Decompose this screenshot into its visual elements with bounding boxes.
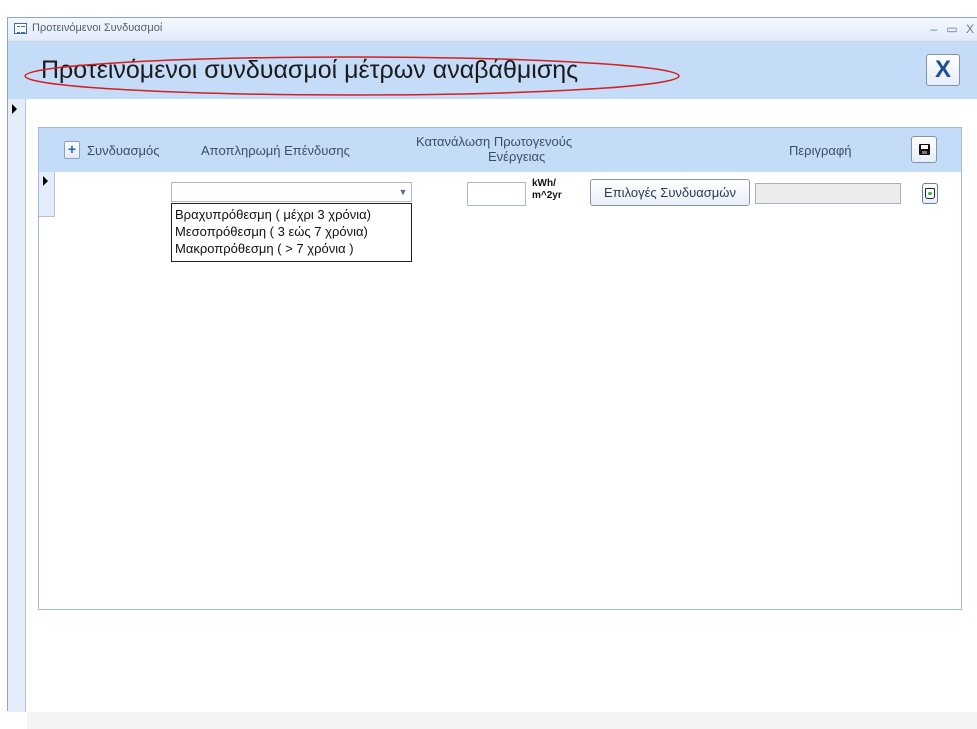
energy-unit: kWh/ m^2yr xyxy=(532,178,562,202)
close-form-button[interactable]: X xyxy=(926,54,960,86)
floppy-disk-icon xyxy=(919,144,930,155)
column-combination: Συνδυασμός xyxy=(87,143,160,158)
delete-row-button[interactable] xyxy=(922,183,938,204)
close-x-icon: X xyxy=(934,56,951,83)
row-pointer-icon xyxy=(43,176,48,186)
payback-dropdown-list: Βραχυπρόθεσμη ( μέχρι 3 χρόνια) Μεσοπρόθ… xyxy=(171,203,412,262)
title-bar: Προτεινόμενοι Συνδυασμοί – ▭ X xyxy=(8,18,977,42)
row-selector[interactable] xyxy=(39,172,55,217)
energy-unit-line1: kWh/ xyxy=(532,178,556,189)
page-title: Προτεινόμενοι συνδυασμοί μέτρων αναβάθμι… xyxy=(41,56,579,84)
energy-unit-line2: m^2yr xyxy=(532,190,562,201)
combination-options-button[interactable]: Επιλογές Συνδυασμών xyxy=(590,179,750,206)
payback-combo[interactable]: ▼ xyxy=(171,182,412,202)
dropdown-option-medium[interactable]: Μεσοπρόθεσμη ( 3 εώς 7 χρόνια) xyxy=(172,223,411,240)
window-title: Προτεινόμενοι Συνδυασμοί xyxy=(32,22,163,34)
description-field[interactable] xyxy=(755,183,901,204)
form-view-icon xyxy=(14,23,27,34)
minimize-button[interactable]: – xyxy=(927,21,941,37)
record-selector[interactable] xyxy=(8,99,26,712)
chevron-down-icon[interactable]: ▼ xyxy=(396,184,410,200)
record-pointer-icon xyxy=(12,104,17,114)
add-combination-button[interactable]: + xyxy=(64,141,80,159)
column-payback: Αποπληρωμή Επένδυσης xyxy=(201,143,350,158)
recycle-bin-icon xyxy=(925,188,935,199)
save-button[interactable] xyxy=(911,136,937,163)
subform-header: + Συνδυασμός Αποπληρωμή Επένδυσης Κατανά… xyxy=(39,128,961,172)
energy-input[interactable] xyxy=(467,182,526,206)
restore-button[interactable]: ▭ xyxy=(945,21,959,37)
dropdown-option-long[interactable]: Μακροπρόθεσμη ( > 7 χρόνια ) xyxy=(172,240,411,257)
combinations-subform: + Συνδυασμός Αποπληρωμή Επένδυσης Κατανά… xyxy=(38,127,962,610)
window-close-button[interactable]: X xyxy=(963,21,977,37)
column-energy-line1: Κατανάλωση Πρωτογενούς xyxy=(416,134,573,149)
column-energy-line2: Ενέργειας xyxy=(488,149,546,164)
column-description: Περιγραφή xyxy=(789,143,852,158)
plus-icon: + xyxy=(67,141,77,157)
form-footer xyxy=(27,712,977,729)
dropdown-option-short[interactable]: Βραχυπρόθεσμη ( μέχρι 3 χρόνια) xyxy=(172,206,411,223)
